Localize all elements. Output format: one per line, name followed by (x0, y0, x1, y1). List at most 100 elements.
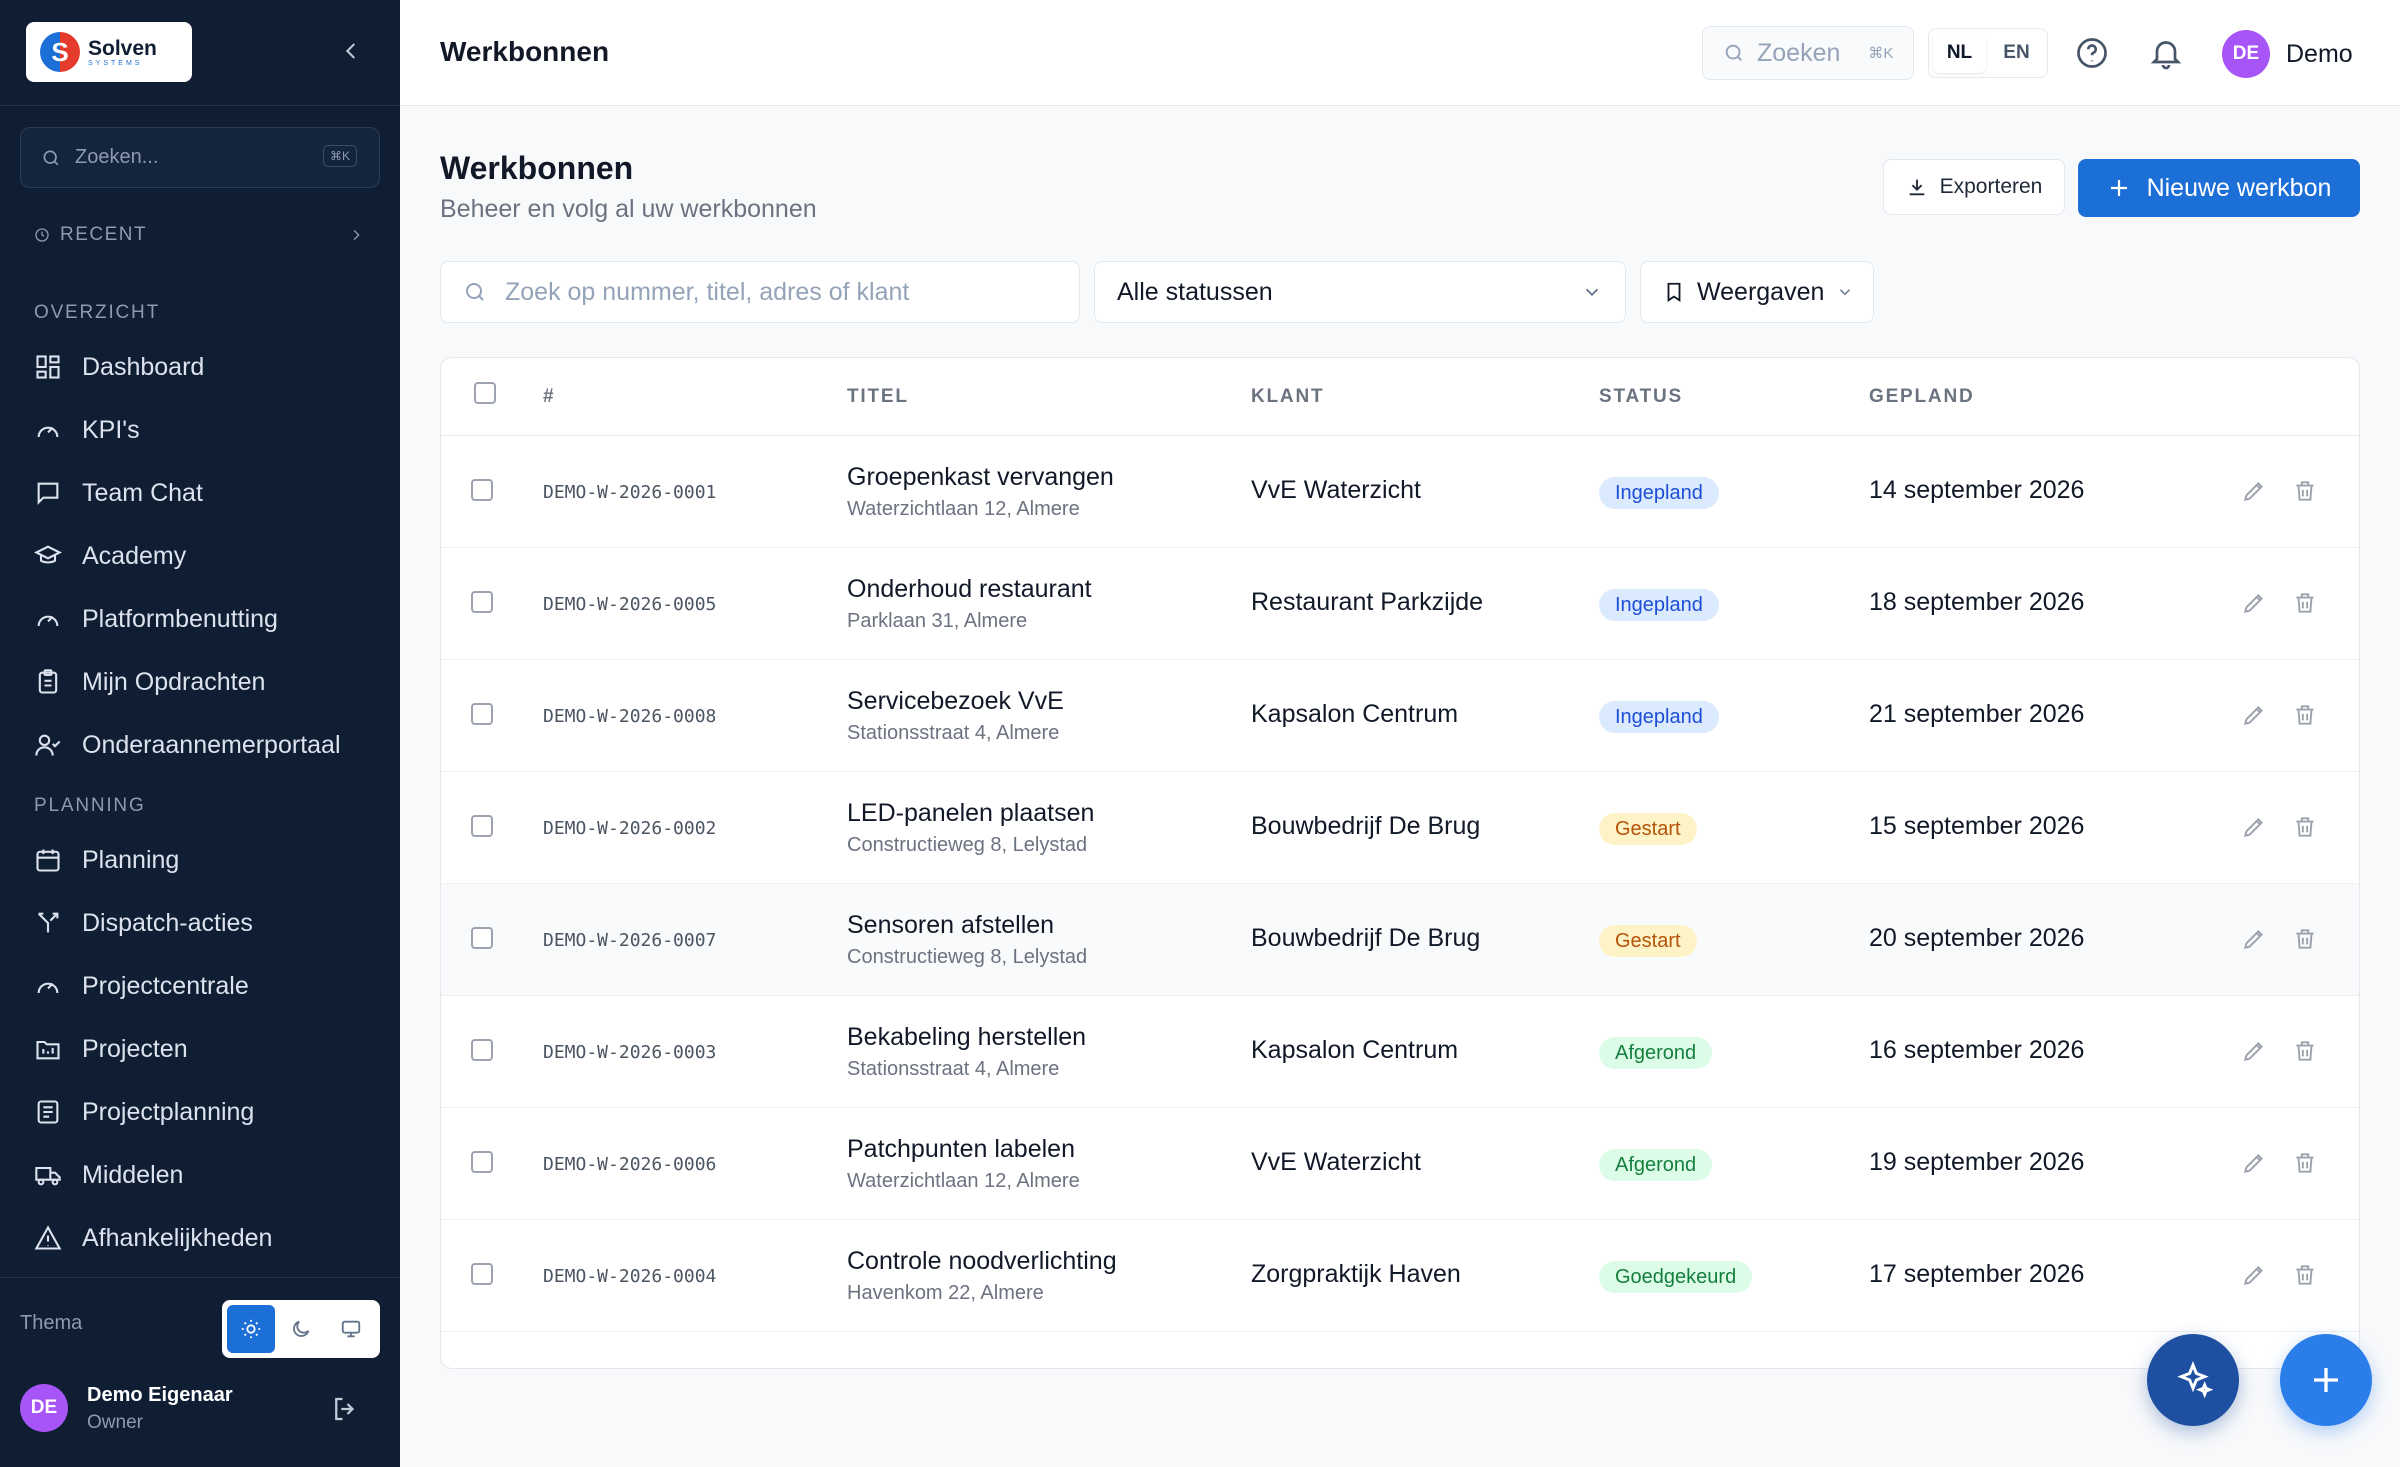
theme-dark-button[interactable] (277, 1305, 325, 1353)
filter-search-input[interactable]: Zoek op nummer, titel, adres of klant (440, 261, 1080, 323)
sidebar-item-onderaannemerportaal[interactable]: Onderaannemerportaal (34, 721, 384, 769)
edit-icon[interactable] (2241, 1262, 2267, 1288)
gauge-icon (37, 426, 59, 438)
user-name: Demo Eigenaar (87, 1384, 233, 1406)
sidebar-item-middelen[interactable]: Middelen (34, 1151, 384, 1199)
global-search-input[interactable]: Zoeken ⌘K (1702, 26, 1914, 80)
bell-icon[interactable] (2148, 35, 2184, 71)
workorder-number[interactable]: DEMO-W-2026-0003 (543, 1042, 716, 1063)
row-checkbox[interactable] (471, 479, 493, 501)
workorder-title[interactable]: Onderhoud restaurant (847, 575, 1092, 604)
edit-icon[interactable] (2241, 1150, 2267, 1176)
edit-icon[interactable] (2241, 590, 2267, 616)
header-planned[interactable]: GEPLAND (1869, 386, 1975, 408)
quick-add-button[interactable] (2280, 1334, 2372, 1426)
collapse-sidebar-button[interactable] (336, 36, 366, 66)
header-num: # (543, 386, 556, 407)
edit-icon[interactable] (2241, 814, 2267, 840)
recent-toggle[interactable]: RECENT (34, 224, 364, 246)
row-checkbox[interactable] (471, 591, 493, 613)
sidebar-item-team-chat[interactable]: Team Chat (34, 469, 384, 517)
logo[interactable]: S Solven SYSTEMS (26, 22, 192, 82)
row-checkbox[interactable] (471, 815, 493, 837)
edit-icon[interactable] (2241, 702, 2267, 728)
workorder-number[interactable]: DEMO-W-2026-0007 (543, 930, 716, 951)
row-checkbox[interactable] (471, 927, 493, 949)
table-row[interactable]: DEMO-W-2026-0005 Onderhoud restaurant Pa… (441, 548, 2359, 660)
workorder-planned-date: 17 september 2026 (1869, 1260, 2085, 1288)
sidebar-item-dashboard[interactable]: Dashboard (34, 343, 384, 391)
sidebar-item-mijn-opdrachten[interactable]: Mijn Opdrachten (34, 658, 384, 706)
theme-light-button[interactable] (227, 1305, 275, 1353)
sidebar-item-projecten[interactable]: Projecten (34, 1025, 384, 1073)
topbar-user-menu[interactable]: DE Demo (2222, 30, 2353, 78)
table-row[interactable]: DEMO-W-2026-0006 Patchpunten labelen Wat… (441, 1108, 2359, 1220)
workorder-title[interactable]: Controle noodverlichting (847, 1247, 1117, 1276)
table-row[interactable]: DEMO-W-2026-0007 Sensoren afstellen Cons… (441, 884, 2359, 996)
ai-assistant-button[interactable] (2147, 1334, 2239, 1426)
trash-icon[interactable] (2292, 702, 2318, 728)
sidebar-search-input[interactable]: Zoeken... ⌘K (20, 127, 380, 188)
table-row[interactable]: DEMO-W-2026-0008 Servicebezoek VvE Stati… (441, 660, 2359, 772)
logout-icon[interactable] (330, 1394, 360, 1424)
edit-icon[interactable] (2241, 1038, 2267, 1064)
sidebar-item-planning[interactable]: Planning (34, 836, 384, 884)
sidebar-item-afhankelijkheden[interactable]: Afhankelijkheden (34, 1214, 384, 1262)
status-filter-value: Alle statussen (1117, 277, 1273, 306)
table-row[interactable]: DEMO-W-2026-0001 Groepenkast vervangen W… (441, 436, 2359, 548)
views-dropdown[interactable]: Weergaven (1640, 261, 1874, 323)
workorder-title[interactable]: Bekabeling herstellen (847, 1023, 1086, 1052)
select-all-checkbox[interactable] (474, 382, 496, 404)
edit-icon[interactable] (2241, 926, 2267, 952)
trash-icon[interactable] (2292, 1262, 2318, 1288)
trash-icon[interactable] (2292, 478, 2318, 504)
trash-icon[interactable] (2292, 814, 2318, 840)
row-checkbox[interactable] (471, 1151, 493, 1173)
workorder-client: Kapsalon Centrum (1251, 1036, 1459, 1064)
workorder-title[interactable]: Patchpunten labelen (847, 1135, 1075, 1164)
workorder-number[interactable]: DEMO-W-2026-0002 (543, 818, 716, 839)
sidebar-item-platformbenutting[interactable]: Platformbenutting (34, 595, 384, 643)
status-filter-select[interactable]: Alle statussen (1094, 261, 1626, 323)
export-button[interactable]: Exporteren (1883, 159, 2065, 215)
table-row[interactable]: DEMO-W-2026-0002 LED-panelen plaatsen Co… (441, 772, 2359, 884)
new-workorder-button[interactable]: Nieuwe werkbon (2078, 159, 2360, 217)
workorder-title[interactable]: Servicebezoek VvE (847, 687, 1064, 716)
trash-icon[interactable] (2292, 926, 2318, 952)
header-client[interactable]: KLANT (1251, 386, 1324, 408)
help-icon[interactable] (2074, 35, 2110, 71)
lang-en-button[interactable]: EN (1990, 33, 2043, 73)
trash-icon[interactable] (2292, 590, 2318, 616)
workorder-number[interactable]: DEMO-W-2026-0001 (543, 482, 716, 503)
table-row[interactable]: DEMO-W-2026-0003 Bekabeling herstellen S… (441, 996, 2359, 1108)
split-icon (37, 912, 59, 933)
workorder-number[interactable]: DEMO-W-2026-0008 (543, 706, 716, 727)
trash-icon[interactable] (2292, 1150, 2318, 1176)
sidebar-item-kpis[interactable]: KPI's (34, 406, 384, 454)
row-checkbox[interactable] (471, 1039, 493, 1061)
workorder-title[interactable]: LED-panelen plaatsen (847, 799, 1094, 828)
workorder-number[interactable]: DEMO-W-2026-0004 (543, 1266, 716, 1287)
workorder-number[interactable]: DEMO-W-2026-0006 (543, 1154, 716, 1175)
row-checkbox[interactable] (471, 1263, 493, 1285)
sidebar-item-projectplanning[interactable]: Projectplanning (34, 1088, 384, 1136)
sidebar-header: S Solven SYSTEMS (0, 0, 400, 106)
header-title[interactable]: TITEL (847, 386, 909, 408)
workorder-number[interactable]: DEMO-W-2026-0005 (543, 594, 716, 615)
lang-nl-button[interactable]: NL (1933, 33, 1986, 73)
table-row[interactable]: DEMO-W-2026-0004 Controle noodverlichtin… (441, 1220, 2359, 1332)
workorder-title[interactable]: Sensoren afstellen (847, 911, 1054, 940)
clipboard-icon (38, 669, 58, 694)
workorder-client: Zorgpraktijk Haven (1251, 1260, 1461, 1288)
theme-system-button[interactable] (327, 1305, 375, 1353)
avatar[interactable]: DE (20, 1384, 68, 1432)
sidebar-item-academy[interactable]: Academy (34, 532, 384, 580)
workorder-title[interactable]: Groepenkast vervangen (847, 463, 1114, 492)
sidebar-item-projectcentrale[interactable]: Projectcentrale (34, 962, 384, 1010)
trash-icon[interactable] (2292, 1038, 2318, 1064)
workorder-planned-date: 14 september 2026 (1869, 476, 2085, 504)
sidebar-item-dispatch-acties[interactable]: Dispatch-acties (34, 899, 384, 947)
header-status[interactable]: STATUS (1599, 386, 1683, 408)
edit-icon[interactable] (2241, 478, 2267, 504)
row-checkbox[interactable] (471, 703, 493, 725)
